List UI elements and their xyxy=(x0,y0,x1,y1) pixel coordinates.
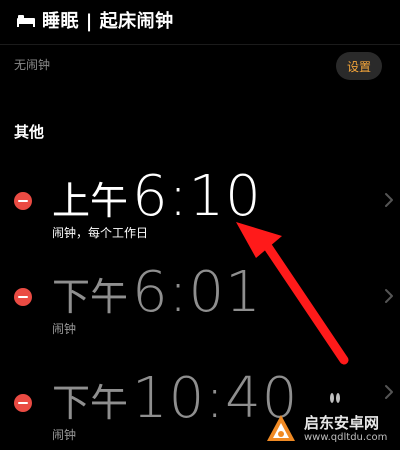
divider xyxy=(0,44,400,45)
watermark: 启东安卓网 www.qdltdu.com xyxy=(264,408,400,450)
bed-icon xyxy=(17,15,35,27)
alarm-label: 闹钟 xyxy=(52,322,77,336)
bunny-ears-icon xyxy=(330,393,340,403)
watermark-logo-icon xyxy=(267,415,295,441)
alarm-row[interactable]: 下午 6:01 闹钟 xyxy=(0,258,400,342)
alarm-label: 闹钟，每个工作日 xyxy=(52,226,149,240)
watermark-url: www.qdltdu.com xyxy=(304,431,388,443)
alarm-time: 6:10 xyxy=(132,164,262,229)
watermark-name: 启东安卓网 xyxy=(304,414,380,433)
alarm-row[interactable]: 上午 6:10 闹钟，每个工作日 xyxy=(0,162,400,246)
alarm-label: 闹钟 xyxy=(52,428,77,442)
alarm-time: 6:01 xyxy=(132,260,262,325)
chevron-right-icon[interactable] xyxy=(384,288,394,304)
chevron-right-icon[interactable] xyxy=(384,192,394,208)
delete-minus-icon[interactable] xyxy=(14,394,32,412)
alarm-meridiem: 下午 xyxy=(52,381,129,425)
no-alarm-text: 无闹钟 xyxy=(14,58,51,72)
delete-minus-icon[interactable] xyxy=(14,288,32,306)
settings-button[interactable]: 设置 xyxy=(336,52,382,80)
chevron-right-icon[interactable] xyxy=(384,384,394,400)
delete-minus-icon[interactable] xyxy=(14,192,32,210)
alarm-meridiem: 下午 xyxy=(52,275,129,319)
alarm-meridiem: 上午 xyxy=(52,179,129,223)
section-title-other: 其他 xyxy=(14,123,45,141)
sleep-header[interactable]: 睡眠 | 起床闹钟 xyxy=(16,8,174,32)
sleep-title: 睡眠 | 起床闹钟 xyxy=(42,11,174,32)
